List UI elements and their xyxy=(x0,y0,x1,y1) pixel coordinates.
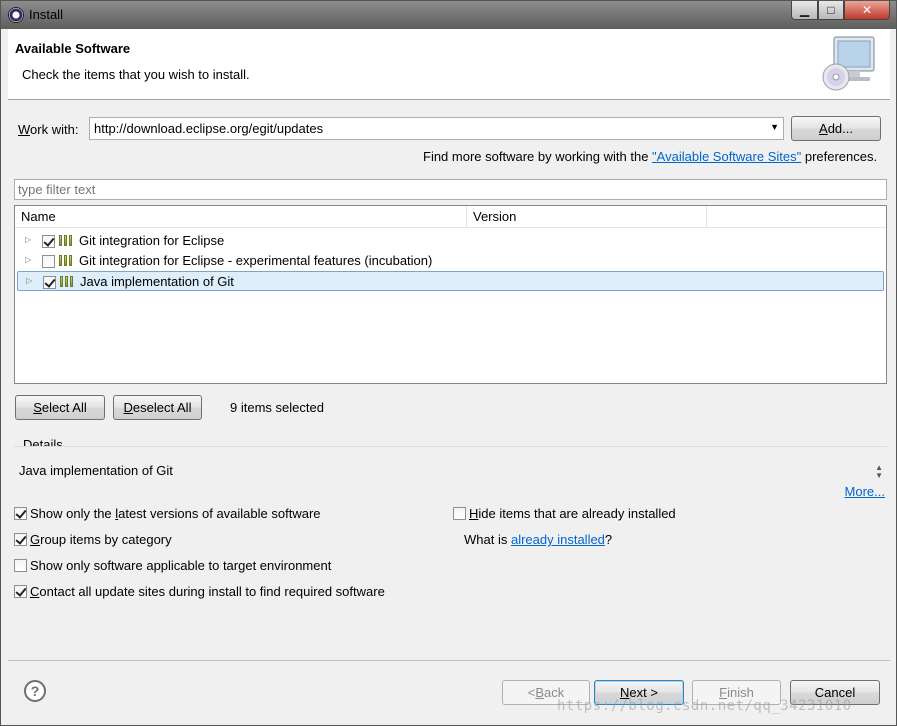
row-checkbox[interactable] xyxy=(42,255,55,268)
column-version[interactable]: Version xyxy=(467,206,707,228)
details-scroll-arrows-icon[interactable]: ▲ ▼ xyxy=(875,464,883,480)
minimize-icon: ▁ xyxy=(799,3,810,17)
row-label: Git integration for Eclipse xyxy=(79,233,225,248)
option-latest-versions[interactable]: Show only the latest versions of availab… xyxy=(14,506,321,521)
row-label: Git integration for Eclipse - experiment… xyxy=(79,253,433,268)
option-group-by-category[interactable]: Group items by category xyxy=(14,532,172,547)
maximize-button[interactable]: □ xyxy=(818,1,844,20)
contact-all-sites-label: Contact all update sites during install … xyxy=(30,584,385,599)
column-name[interactable]: Name xyxy=(15,206,467,228)
group-by-category-checkbox[interactable] xyxy=(14,533,27,546)
add-button[interactable]: Add... xyxy=(791,116,881,141)
window-controls: ▁ □ ✕ xyxy=(791,1,890,21)
feature-group-icon xyxy=(59,235,75,247)
tree-header: Name Version xyxy=(15,206,886,228)
tree-row[interactable]: ▷ Git integration for Eclipse - experime… xyxy=(17,251,884,271)
title-bar[interactable]: Install ▁ □ ✕ xyxy=(1,1,896,29)
help-icon[interactable]: ? xyxy=(24,680,46,702)
select-all-button[interactable]: Select All xyxy=(15,395,105,420)
already-installed-link[interactable]: already installed xyxy=(511,532,605,547)
details-group: Details Java implementation of Git ▲ ▼ Mo… xyxy=(14,432,887,499)
row-label: Java implementation of Git xyxy=(80,274,234,289)
option-hide-installed[interactable]: Hide items that are already installed xyxy=(453,506,676,521)
eclipse-icon xyxy=(8,7,24,23)
feature-group-icon xyxy=(60,276,76,288)
page-title: Available Software xyxy=(15,41,131,56)
close-icon: ✕ xyxy=(861,3,873,17)
watermark-text: https://blog.csdn.net/qq_34231010 xyxy=(557,698,852,714)
available-software-sites-link[interactable]: "Available Software Sites" xyxy=(652,149,801,164)
expand-arrow-icon[interactable]: ▷ xyxy=(25,235,31,244)
tree-row-selected[interactable]: ▷ Java implementation of Git xyxy=(17,271,884,291)
deselect-all-button[interactable]: Deselect All xyxy=(113,395,202,420)
expand-arrow-icon[interactable]: ▷ xyxy=(25,255,31,264)
applicable-only-label: Show only software applicable to target … xyxy=(30,558,332,573)
find-more-text: Find more software by working with the "… xyxy=(423,149,878,164)
work-with-combo[interactable]: http://download.eclipse.org/egit/updates… xyxy=(89,117,784,140)
group-by-category-label: Group items by category xyxy=(30,532,172,547)
computer-cd-icon xyxy=(822,36,875,91)
row-checkbox[interactable] xyxy=(42,235,55,248)
wizard-header: Available Software Check the items that … xyxy=(8,29,890,100)
maximize-icon: □ xyxy=(827,3,835,17)
feature-group-icon xyxy=(59,255,75,267)
more-link[interactable]: More... xyxy=(845,484,885,499)
work-with-value: http://download.eclipse.org/egit/updates xyxy=(94,121,324,136)
window-title: Install xyxy=(29,7,63,22)
latest-versions-checkbox[interactable] xyxy=(14,507,27,520)
close-button[interactable]: ✕ xyxy=(844,1,890,20)
wizard-body: Work with: http://download.eclipse.org/e… xyxy=(8,100,890,660)
filter-input[interactable] xyxy=(15,180,886,199)
latest-versions-label: Show only the latest versions of availab… xyxy=(30,506,321,521)
applicable-only-checkbox[interactable] xyxy=(14,559,27,572)
page-description: Check the items that you wish to install… xyxy=(22,67,250,82)
items-selected-status: 9 items selected xyxy=(230,400,324,415)
install-window: Install ▁ □ ✕ Available Software Check t… xyxy=(0,0,897,726)
work-with-label: Work with: xyxy=(18,122,79,137)
hide-installed-label: Hide items that are already installed xyxy=(469,506,676,521)
hide-installed-checkbox[interactable] xyxy=(453,507,466,520)
expand-arrow-icon[interactable]: ▷ xyxy=(26,276,32,285)
option-applicable-only[interactable]: Show only software applicable to target … xyxy=(14,558,331,573)
minimize-button[interactable]: ▁ xyxy=(791,1,818,20)
dropdown-arrow-icon[interactable]: ▼ xyxy=(770,122,779,132)
contact-all-sites-checkbox[interactable] xyxy=(14,585,27,598)
row-checkbox[interactable] xyxy=(43,276,56,289)
tree-row[interactable]: ▷ Git integration for Eclipse xyxy=(17,231,884,251)
details-text: Java implementation of Git xyxy=(19,463,173,478)
details-box: Java implementation of Git ▲ ▼ xyxy=(14,446,887,498)
software-tree[interactable]: Name Version ▷ Git integration for Eclip… xyxy=(14,205,887,384)
option-contact-all-sites[interactable]: Contact all update sites during install … xyxy=(14,584,385,599)
what-is-installed-text: What is already installed? xyxy=(464,532,613,547)
filter-field[interactable] xyxy=(14,179,887,200)
